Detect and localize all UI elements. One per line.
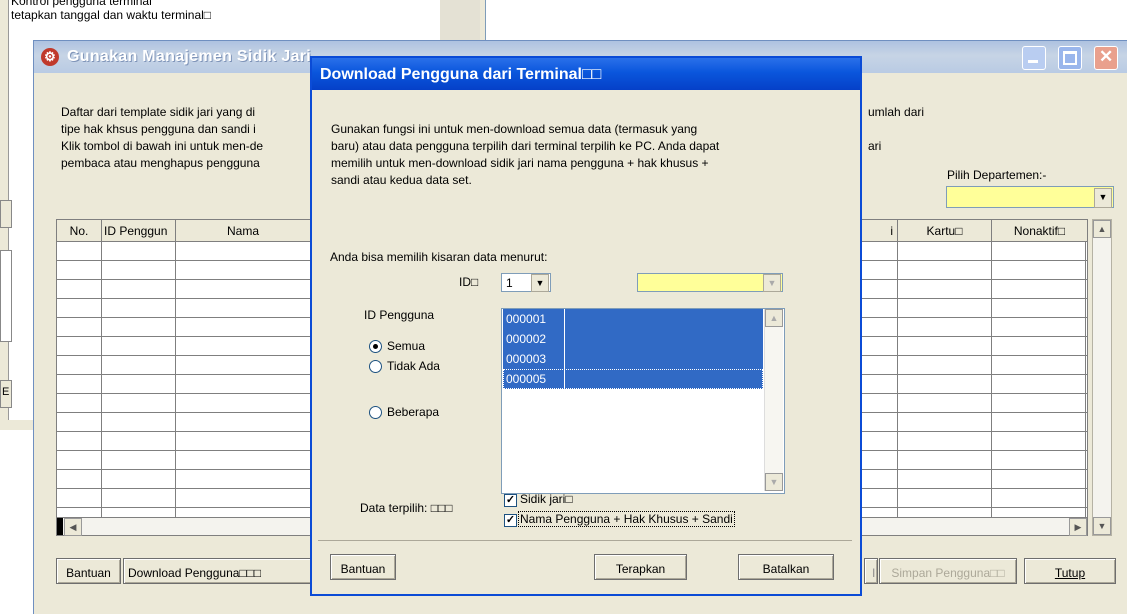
maximize-icon xyxy=(1063,51,1077,65)
save-users-button[interactable]: Simpan Pengguna□□ xyxy=(879,558,1017,584)
apply-button-label: Terapkan xyxy=(615,562,666,576)
background-line-2: tetapkan tanggal dan waktu terminal□ xyxy=(11,8,212,22)
department-select[interactable]: ▼ xyxy=(946,186,1114,208)
scroll-left-icon[interactable]: ◀ xyxy=(64,518,82,536)
background-tab[interactable] xyxy=(0,200,12,228)
department-label: Pilih Departemen:- xyxy=(947,168,1047,182)
minimize-icon xyxy=(1028,60,1038,63)
table-vertical-scrollbar[interactable]: ▲ ▼ xyxy=(1092,219,1112,536)
main-description-line-4: pembaca atau menghapus pengguna xyxy=(61,156,260,170)
column-header-no[interactable]: No. xyxy=(57,220,102,242)
main-description-line-3: Klik tombol di bawah ini untuk men-de xyxy=(61,139,264,153)
cancel-button[interactable]: Batalkan xyxy=(738,554,834,580)
download-users-dialog: Download Pengguna dari Terminal□□ Gunaka… xyxy=(310,56,862,596)
column-header-user-id[interactable]: ID Penggun xyxy=(102,220,176,242)
background-button[interactable]: E xyxy=(0,380,12,408)
column-divider xyxy=(101,242,102,518)
partial-hidden-button[interactable]: l xyxy=(864,558,878,584)
scroll-left-edge xyxy=(57,518,63,535)
cancel-button-label: Batalkan xyxy=(762,562,810,576)
close-icon: ✕ xyxy=(1099,47,1114,66)
maximize-button[interactable] xyxy=(1058,46,1082,70)
main-description-right-1: umlah dari xyxy=(868,105,925,119)
scroll-down-icon[interactable]: ▼ xyxy=(1093,517,1111,535)
dialog-divider xyxy=(318,96,852,541)
help-button[interactable]: Bantuan xyxy=(56,558,121,584)
column-divider xyxy=(1085,242,1086,518)
main-window-title: Gunakan Manajemen Sidik Jari xyxy=(67,48,312,65)
column-divider xyxy=(175,242,176,518)
close-button-label: Tutup xyxy=(1054,566,1086,580)
download-users-button[interactable]: Download Pengguna□□□ xyxy=(123,558,313,584)
column-header-name[interactable]: Nama xyxy=(176,220,311,242)
background-button-label: E xyxy=(2,386,10,398)
background-panel xyxy=(0,250,12,342)
close-button[interactable]: Tutup xyxy=(1024,558,1116,584)
column-header-card[interactable]: Kartu□ xyxy=(898,220,992,242)
dialog-help-button[interactable]: Bantuan xyxy=(330,554,396,580)
main-description-line-2: tipe hak khsus pengguna dan sandi i xyxy=(61,122,256,136)
main-description-line-1: Daftar dari template sidik jari yang di xyxy=(61,105,256,119)
dialog-title: Download Pengguna dari Terminal□□ xyxy=(320,66,602,83)
column-divider xyxy=(991,242,992,518)
scroll-up-icon[interactable]: ▲ xyxy=(1093,220,1111,238)
apply-button[interactable]: Terapkan xyxy=(594,554,687,580)
column-divider xyxy=(897,242,898,518)
scroll-right-icon[interactable]: ▶ xyxy=(1069,518,1087,536)
column-header-inactive[interactable]: Nonaktif□ xyxy=(992,220,1087,242)
background-line-1: Kontrol pengguna terminal xyxy=(11,0,152,8)
close-window-button[interactable]: ✕ xyxy=(1094,46,1118,70)
minimize-button[interactable] xyxy=(1022,46,1046,70)
main-description-right-2: ari xyxy=(868,139,882,153)
chevron-down-icon[interactable]: ▼ xyxy=(1094,188,1112,208)
fingerprint-app-icon: ⚙ xyxy=(41,48,59,66)
